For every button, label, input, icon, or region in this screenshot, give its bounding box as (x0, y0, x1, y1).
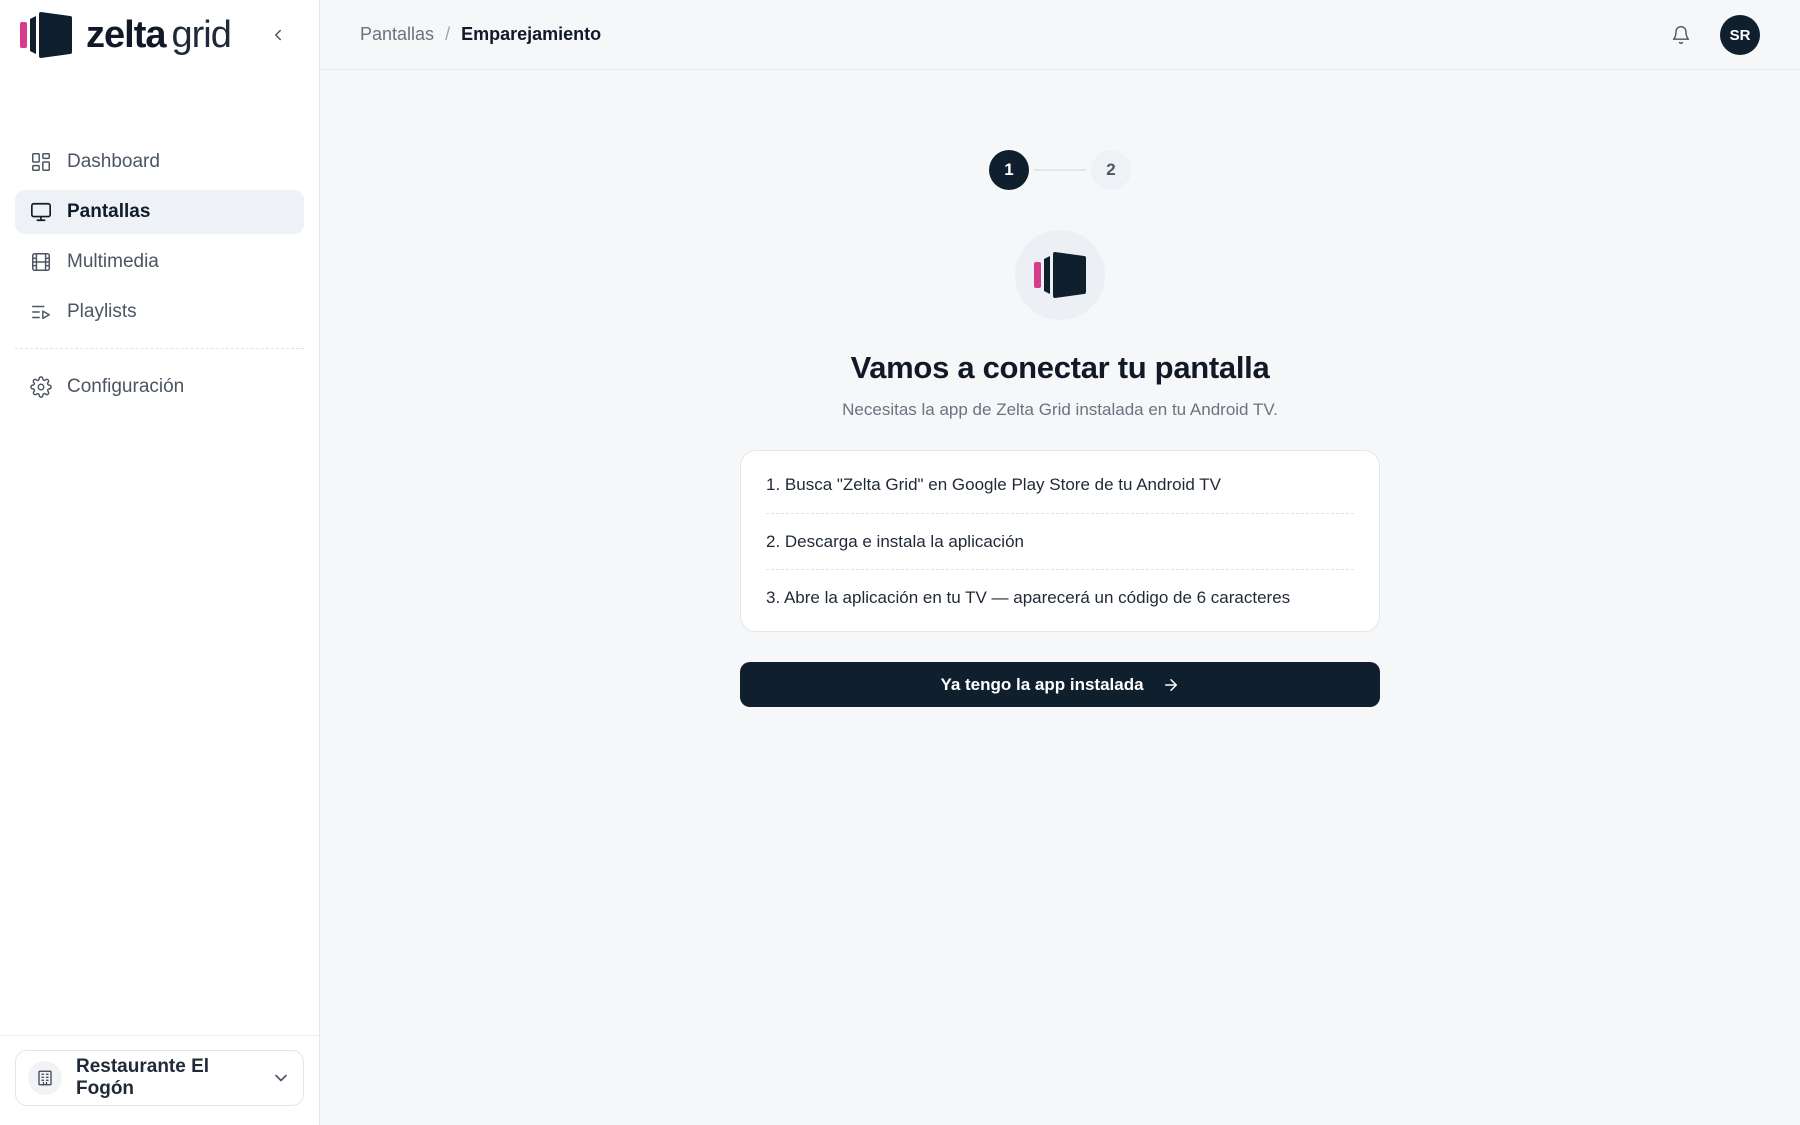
chevron-left-icon (275, 29, 281, 41)
nav-divider (15, 348, 304, 349)
building-icon (28, 1061, 62, 1095)
page-title: Vamos a conectar tu pantalla (850, 350, 1270, 385)
breadcrumb-separator: / (445, 24, 451, 44)
sidebar-item-label: Pantallas (67, 201, 151, 222)
app-shell: zelta grid Dashboard Pantallas Multimedi… (0, 0, 1800, 1125)
sidebar: zelta grid Dashboard Pantallas Multimedi… (0, 0, 320, 1125)
logo[interactable]: zelta grid (0, 0, 319, 70)
sidebar-item-playlists[interactable]: Playlists (15, 290, 304, 334)
instructions-card: 1. Busca "Zelta Grid" en Google Play Sto… (740, 450, 1380, 632)
sidebar-item-pantallas[interactable]: Pantallas (15, 190, 304, 234)
sidebar-item-configuracion[interactable]: Configuración (15, 365, 304, 409)
instruction-item: 2. Descarga e instala la aplicación (766, 513, 1354, 569)
logo-mark-icon (20, 12, 72, 58)
avatar[interactable]: SR (1720, 15, 1760, 55)
film-icon (30, 251, 52, 273)
step-1: 1 (989, 150, 1029, 190)
cta-label: Ya tengo la app instalada (940, 674, 1144, 694)
sidebar-item-label: Configuración (67, 376, 185, 397)
monitor-icon (30, 201, 52, 223)
pairing-content: 1 2 Vamos a conectar tu pantalla Necesit… (320, 70, 1800, 1125)
gear-icon (30, 376, 52, 398)
topbar: Pantallas / Emparejamiento SR (320, 0, 1800, 70)
instruction-item: 3. Abre la aplicación en tu TV — aparece… (766, 569, 1354, 625)
instruction-item: 1. Busca "Zelta Grid" en Google Play Sto… (766, 475, 1221, 494)
stepper: 1 2 (989, 150, 1131, 190)
arrow-right-icon (1162, 676, 1180, 694)
org-name: Restaurante El Fogón (76, 1056, 210, 1099)
sidebar-item-dashboard[interactable]: Dashboard (15, 140, 304, 184)
sidebar-item-label: Playlists (67, 301, 137, 322)
chevron-down-icon (271, 1068, 291, 1088)
step-connector (1034, 169, 1086, 171)
notifications-button[interactable] (1668, 22, 1694, 48)
hero-logo-icon (1015, 230, 1105, 320)
sidebar-footer: Restaurante El Fogón (0, 1035, 319, 1125)
page-subtitle: Necesitas la app de Zelta Grid instalada… (842, 400, 1278, 419)
sidebar-item-label: Dashboard (67, 151, 160, 172)
main-area: Pantallas / Emparejamiento SR 1 2 Vamos … (320, 0, 1800, 1125)
dashboard-icon (30, 151, 52, 173)
playlist-icon (30, 301, 52, 323)
sidebar-item-multimedia[interactable]: Multimedia (15, 240, 304, 284)
breadcrumb-link-pantallas[interactable]: Pantallas (360, 24, 434, 45)
breadcrumb-current: Emparejamiento (461, 24, 602, 44)
bell-icon (1672, 26, 1690, 45)
app-installed-button[interactable]: Ya tengo la app instalada (740, 662, 1380, 707)
sidebar-nav: Dashboard Pantallas Multimedia Playlists… (0, 70, 319, 415)
logo-text: zelta grid (86, 14, 232, 56)
org-switcher[interactable]: Restaurante El Fogón (15, 1050, 304, 1106)
step-2: 2 (1091, 150, 1131, 190)
sidebar-item-label: Multimedia (67, 251, 159, 272)
breadcrumb: Pantallas / Emparejamiento (360, 24, 601, 45)
collapse-sidebar-button[interactable] (265, 22, 291, 48)
